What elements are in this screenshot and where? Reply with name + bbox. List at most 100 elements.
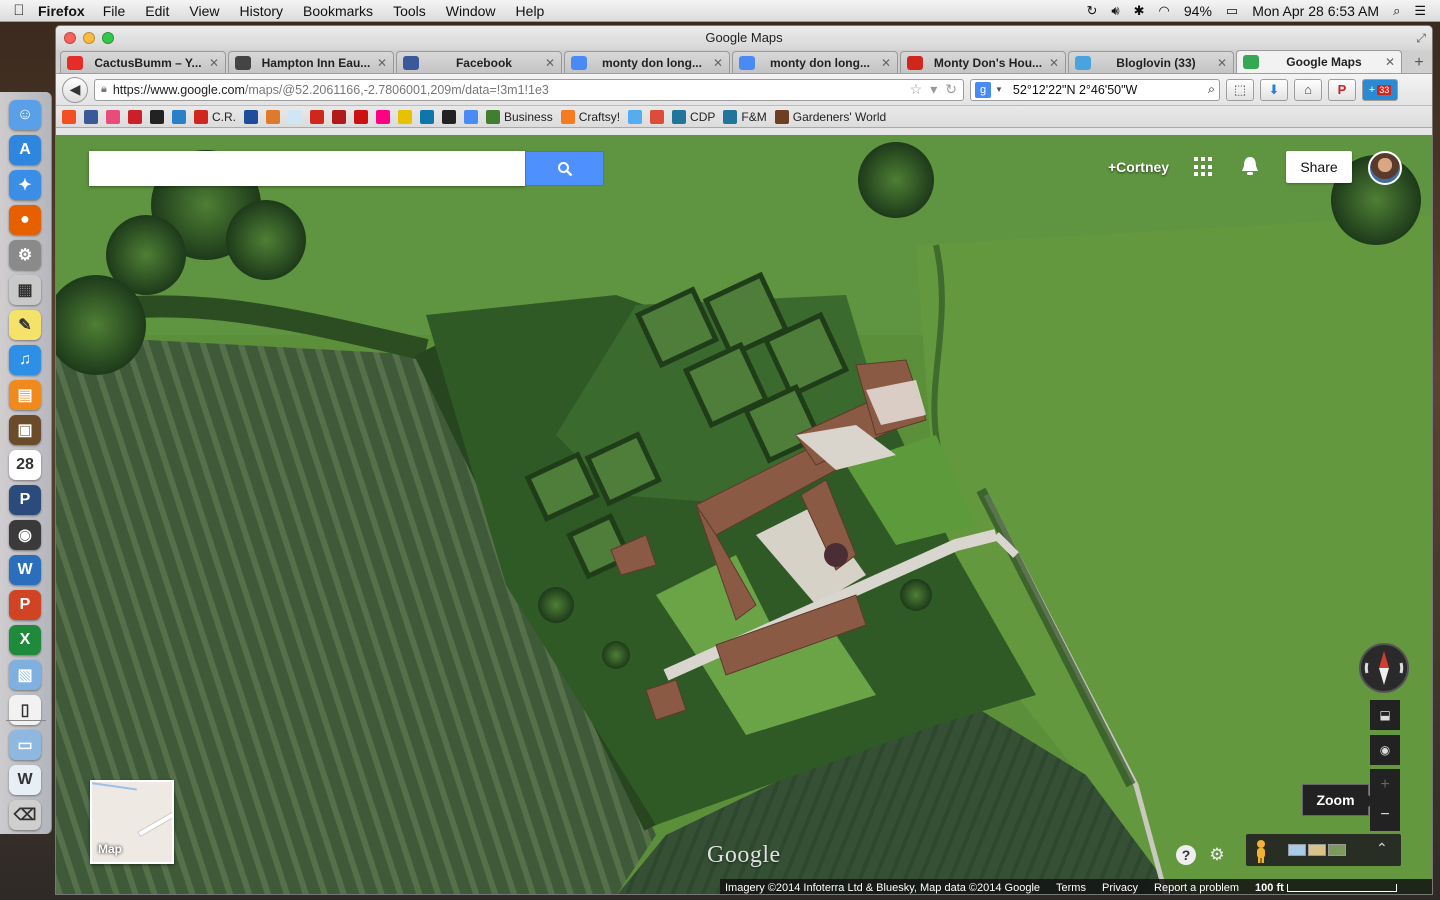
report-problem-link[interactable]: Report a problem (1154, 882, 1239, 894)
url-bar[interactable]: 🔒︎ https://www.google.com/maps/@52.20611… (94, 78, 964, 101)
engine-dropdown-icon[interactable]: ▼ (995, 85, 1003, 94)
menu-help[interactable]: Help (516, 3, 545, 19)
expand-up-icon[interactable]: ⌃ (1376, 840, 1388, 857)
powerpoint-icon[interactable]: P (9, 590, 41, 620)
bookmark-item[interactable] (84, 108, 98, 126)
thumb-terrain[interactable] (1308, 844, 1326, 856)
safari-icon[interactable]: ✦ (9, 170, 41, 200)
excel-icon[interactable]: X (9, 625, 41, 655)
bookmark-item[interactable] (376, 108, 390, 126)
pandora-icon[interactable]: P (9, 485, 41, 515)
bookmark-item[interactable] (354, 108, 368, 126)
app-menu-name[interactable]: Firefox (38, 3, 85, 19)
menu-history[interactable]: History (239, 3, 283, 19)
menu-edit[interactable]: Edit (145, 3, 169, 19)
search-bar[interactable]: g ▼ 52°12'22"N 2°46'50"W ⌕ (970, 78, 1220, 101)
menu-bookmarks[interactable]: Bookmarks (303, 3, 373, 19)
screenshot-button[interactable]: ⬚ (1226, 78, 1254, 101)
bookmark-item[interactable]: Business (486, 108, 553, 126)
downloads-button[interactable]: ⬇ (1260, 78, 1288, 101)
reload-icon[interactable]: ↻ (945, 81, 957, 98)
itunes-icon[interactable]: ♫ (9, 345, 41, 375)
bookmark-item[interactable] (398, 108, 412, 126)
imagery-thumbnails[interactable] (1288, 844, 1346, 856)
bookmark-item[interactable]: Gardeners' World (774, 108, 886, 126)
menu-view[interactable]: View (189, 3, 219, 19)
search-icon[interactable]: ⌕ (1208, 82, 1215, 97)
time-machine-icon[interactable]: ↻ (1087, 3, 1098, 19)
privacy-link[interactable]: Privacy (1102, 882, 1138, 894)
calendar-icon[interactable]: 28 (9, 450, 41, 480)
firefox-icon[interactable]: ● (9, 205, 41, 235)
window-zoom-button[interactable] (102, 32, 114, 44)
window-close-button[interactable] (64, 32, 76, 44)
satellite-imagery[interactable] (56, 135, 1433, 895)
tab-close-icon[interactable]: ✕ (377, 56, 387, 70)
bookmark-item[interactable] (288, 108, 302, 126)
compass-rotate-control[interactable] (1359, 643, 1409, 693)
tab-close-icon[interactable]: ✕ (713, 56, 723, 70)
iphoto-icon[interactable]: ▣ (9, 415, 41, 445)
bookmark-item[interactable] (62, 108, 76, 126)
map-view-toggle[interactable]: Map (90, 780, 174, 864)
calculator-icon[interactable]: ▦ (9, 275, 41, 305)
google-plus-profile-link[interactable]: +Cortney (1108, 159, 1169, 175)
tab-close-icon[interactable]: ✕ (1217, 56, 1227, 70)
tab-close-icon[interactable]: ✕ (881, 56, 891, 70)
browser-tab[interactable]: CactusBumm – Y... ✕ (60, 51, 226, 73)
pegman-street-view-icon[interactable] (1253, 839, 1269, 863)
browser-tab[interactable]: Google Maps ✕ (1236, 50, 1402, 73)
spotlight-icon[interactable]: ⌕ (1393, 3, 1400, 19)
apple-menu-icon[interactable]:  (0, 2, 38, 19)
browser-tab[interactable]: Bloglovin (33) ✕ (1068, 51, 1234, 73)
bookmark-item[interactable] (442, 108, 456, 126)
tab-close-icon[interactable]: ✕ (545, 56, 555, 70)
bookmark-item[interactable] (150, 108, 164, 126)
thumb-satellite[interactable] (1288, 844, 1306, 856)
bloglovin-button[interactable]: +33 (1362, 78, 1398, 101)
bookmark-item[interactable] (244, 108, 258, 126)
new-tab-button[interactable]: + (1408, 53, 1430, 73)
google-engine-icon[interactable]: g (975, 81, 991, 98)
bookmark-item[interactable] (420, 108, 434, 126)
bookmark-item[interactable] (650, 108, 665, 126)
ibooks-icon[interactable]: ▤ (9, 380, 41, 410)
battery-icon[interactable]: ▭ (1226, 3, 1238, 19)
scale-bar[interactable]: 100 ft (1255, 882, 1397, 894)
maps-search-button[interactable] (525, 151, 604, 186)
apps-grid-icon[interactable] (1194, 157, 1214, 177)
folder-icon[interactable]: ▭ (9, 730, 41, 760)
back-button[interactable]: ◀ (62, 76, 88, 103)
bookmark-item[interactable] (106, 108, 120, 126)
volume-icon[interactable]: 🔊︎ (1111, 3, 1119, 19)
facetime-icon[interactable]: ◉ (9, 520, 41, 550)
tilt-view-button[interactable]: ⬓ (1370, 700, 1400, 730)
terms-link[interactable]: Terms (1056, 882, 1086, 894)
battery-percent[interactable]: 94% (1184, 3, 1212, 19)
user-avatar[interactable] (1368, 151, 1402, 185)
bookmark-item[interactable] (266, 108, 280, 126)
tab-close-icon[interactable]: ✕ (209, 56, 219, 70)
maps-search-input[interactable] (89, 151, 525, 186)
home-button[interactable]: ⌂ (1294, 78, 1322, 101)
browser-tab[interactable]: monty don long... ✕ (732, 51, 898, 73)
bookmark-item[interactable] (172, 108, 186, 126)
pinterest-button[interactable]: P (1328, 78, 1356, 101)
bookmark-item[interactable]: F&M (723, 108, 767, 126)
help-icon[interactable]: ? (1176, 845, 1196, 865)
tab-close-icon[interactable]: ✕ (1385, 55, 1395, 69)
preview-icon[interactable]: ▧ (9, 660, 41, 690)
bookmark-item[interactable]: Craftsy! (560, 108, 620, 126)
system-preferences-icon[interactable]: ⚙ (9, 240, 41, 270)
my-location-icon[interactable]: ◉ (1370, 735, 1400, 765)
finder-icon[interactable]: ☺ (9, 100, 41, 130)
dropdown-arrow-icon[interactable]: ▾ (930, 81, 937, 98)
bookmark-item[interactable] (628, 108, 643, 126)
bookmark-item[interactable] (332, 108, 346, 126)
notification-center-icon[interactable]: ☰ (1414, 3, 1426, 19)
window-minimize-button[interactable] (83, 32, 95, 44)
word-icon[interactable]: W (9, 555, 41, 585)
settings-gear-icon[interactable]: ⚙ (1207, 845, 1227, 865)
tab-close-icon[interactable]: ✕ (1049, 56, 1059, 70)
trash-icon[interactable]: ⌫ (9, 800, 41, 830)
